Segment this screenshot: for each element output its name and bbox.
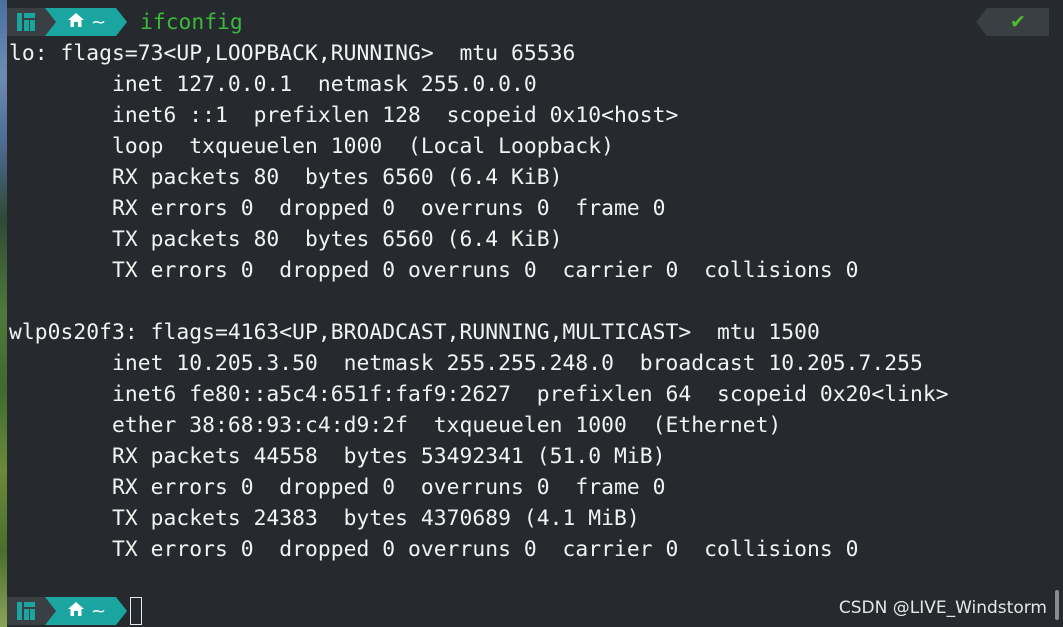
prompt-line-2[interactable]: ~ bbox=[7, 596, 143, 626]
output-line: inet 127.0.0.1 netmask 255.0.0.0 bbox=[9, 72, 537, 97]
prompt-cwd: ~ bbox=[91, 600, 107, 622]
manjaro-logo-icon bbox=[7, 8, 56, 36]
watermark-text: CSDN @LIVE_Windstorm bbox=[838, 598, 1047, 618]
output-line: TX errors 0 dropped 0 overruns 0 carrier… bbox=[9, 537, 859, 562]
output-line: TX packets 24383 bytes 4370689 (4.1 MiB) bbox=[9, 506, 640, 531]
output-line: inet6 fe80::a5c4:651f:faf9:2627 prefixle… bbox=[9, 382, 949, 407]
check-icon: ✔ bbox=[1010, 11, 1026, 33]
prompt-cwd: ~ bbox=[91, 11, 107, 33]
output-line: RX errors 0 dropped 0 overruns 0 frame 0 bbox=[9, 475, 666, 500]
output-line: TX errors 0 dropped 0 overruns 0 carrier… bbox=[9, 258, 859, 283]
terminal-window[interactable]: ~ ifconfig ✔ lo: flags=73<UP,LOOPBACK,RU… bbox=[7, 0, 1063, 627]
output-line: lo: flags=73<UP,LOOPBACK,RUNNING> mtu 65… bbox=[9, 41, 576, 66]
output-line: inet 10.205.3.50 netmask 255.255.248.0 b… bbox=[9, 351, 923, 376]
output-line: loop txqueuelen 1000 (Local Loopback) bbox=[9, 134, 614, 159]
output-line: inet6 ::1 prefixlen 128 scopeid 0x10<hos… bbox=[9, 103, 679, 128]
output-line: RX packets 80 bytes 6560 (6.4 KiB) bbox=[9, 165, 563, 190]
text-cursor[interactable] bbox=[130, 597, 143, 625]
terminal-scrollbar[interactable] bbox=[1055, 590, 1059, 620]
output-line: wlp0s20f3: flags=4163<UP,BROADCAST,RUNNI… bbox=[9, 320, 820, 345]
prompt-line-1: ~ ifconfig bbox=[7, 7, 243, 37]
output-line: ether 38:68:93:c4:d9:2f txqueuelen 1000 … bbox=[9, 413, 782, 438]
manjaro-logo-icon bbox=[7, 597, 56, 625]
entered-command: ifconfig bbox=[140, 9, 243, 35]
output-line: RX packets 44558 bytes 53492341 (51.0 Mi… bbox=[9, 444, 666, 469]
output-line: TX packets 80 bytes 6560 (6.4 KiB) bbox=[9, 227, 563, 252]
exit-status-segment: ✔ bbox=[976, 8, 1049, 36]
home-icon bbox=[67, 12, 85, 33]
desktop-wallpaper-strip bbox=[0, 0, 7, 627]
home-icon bbox=[67, 601, 85, 622]
output-line: RX errors 0 dropped 0 overruns 0 frame 0 bbox=[9, 196, 666, 221]
